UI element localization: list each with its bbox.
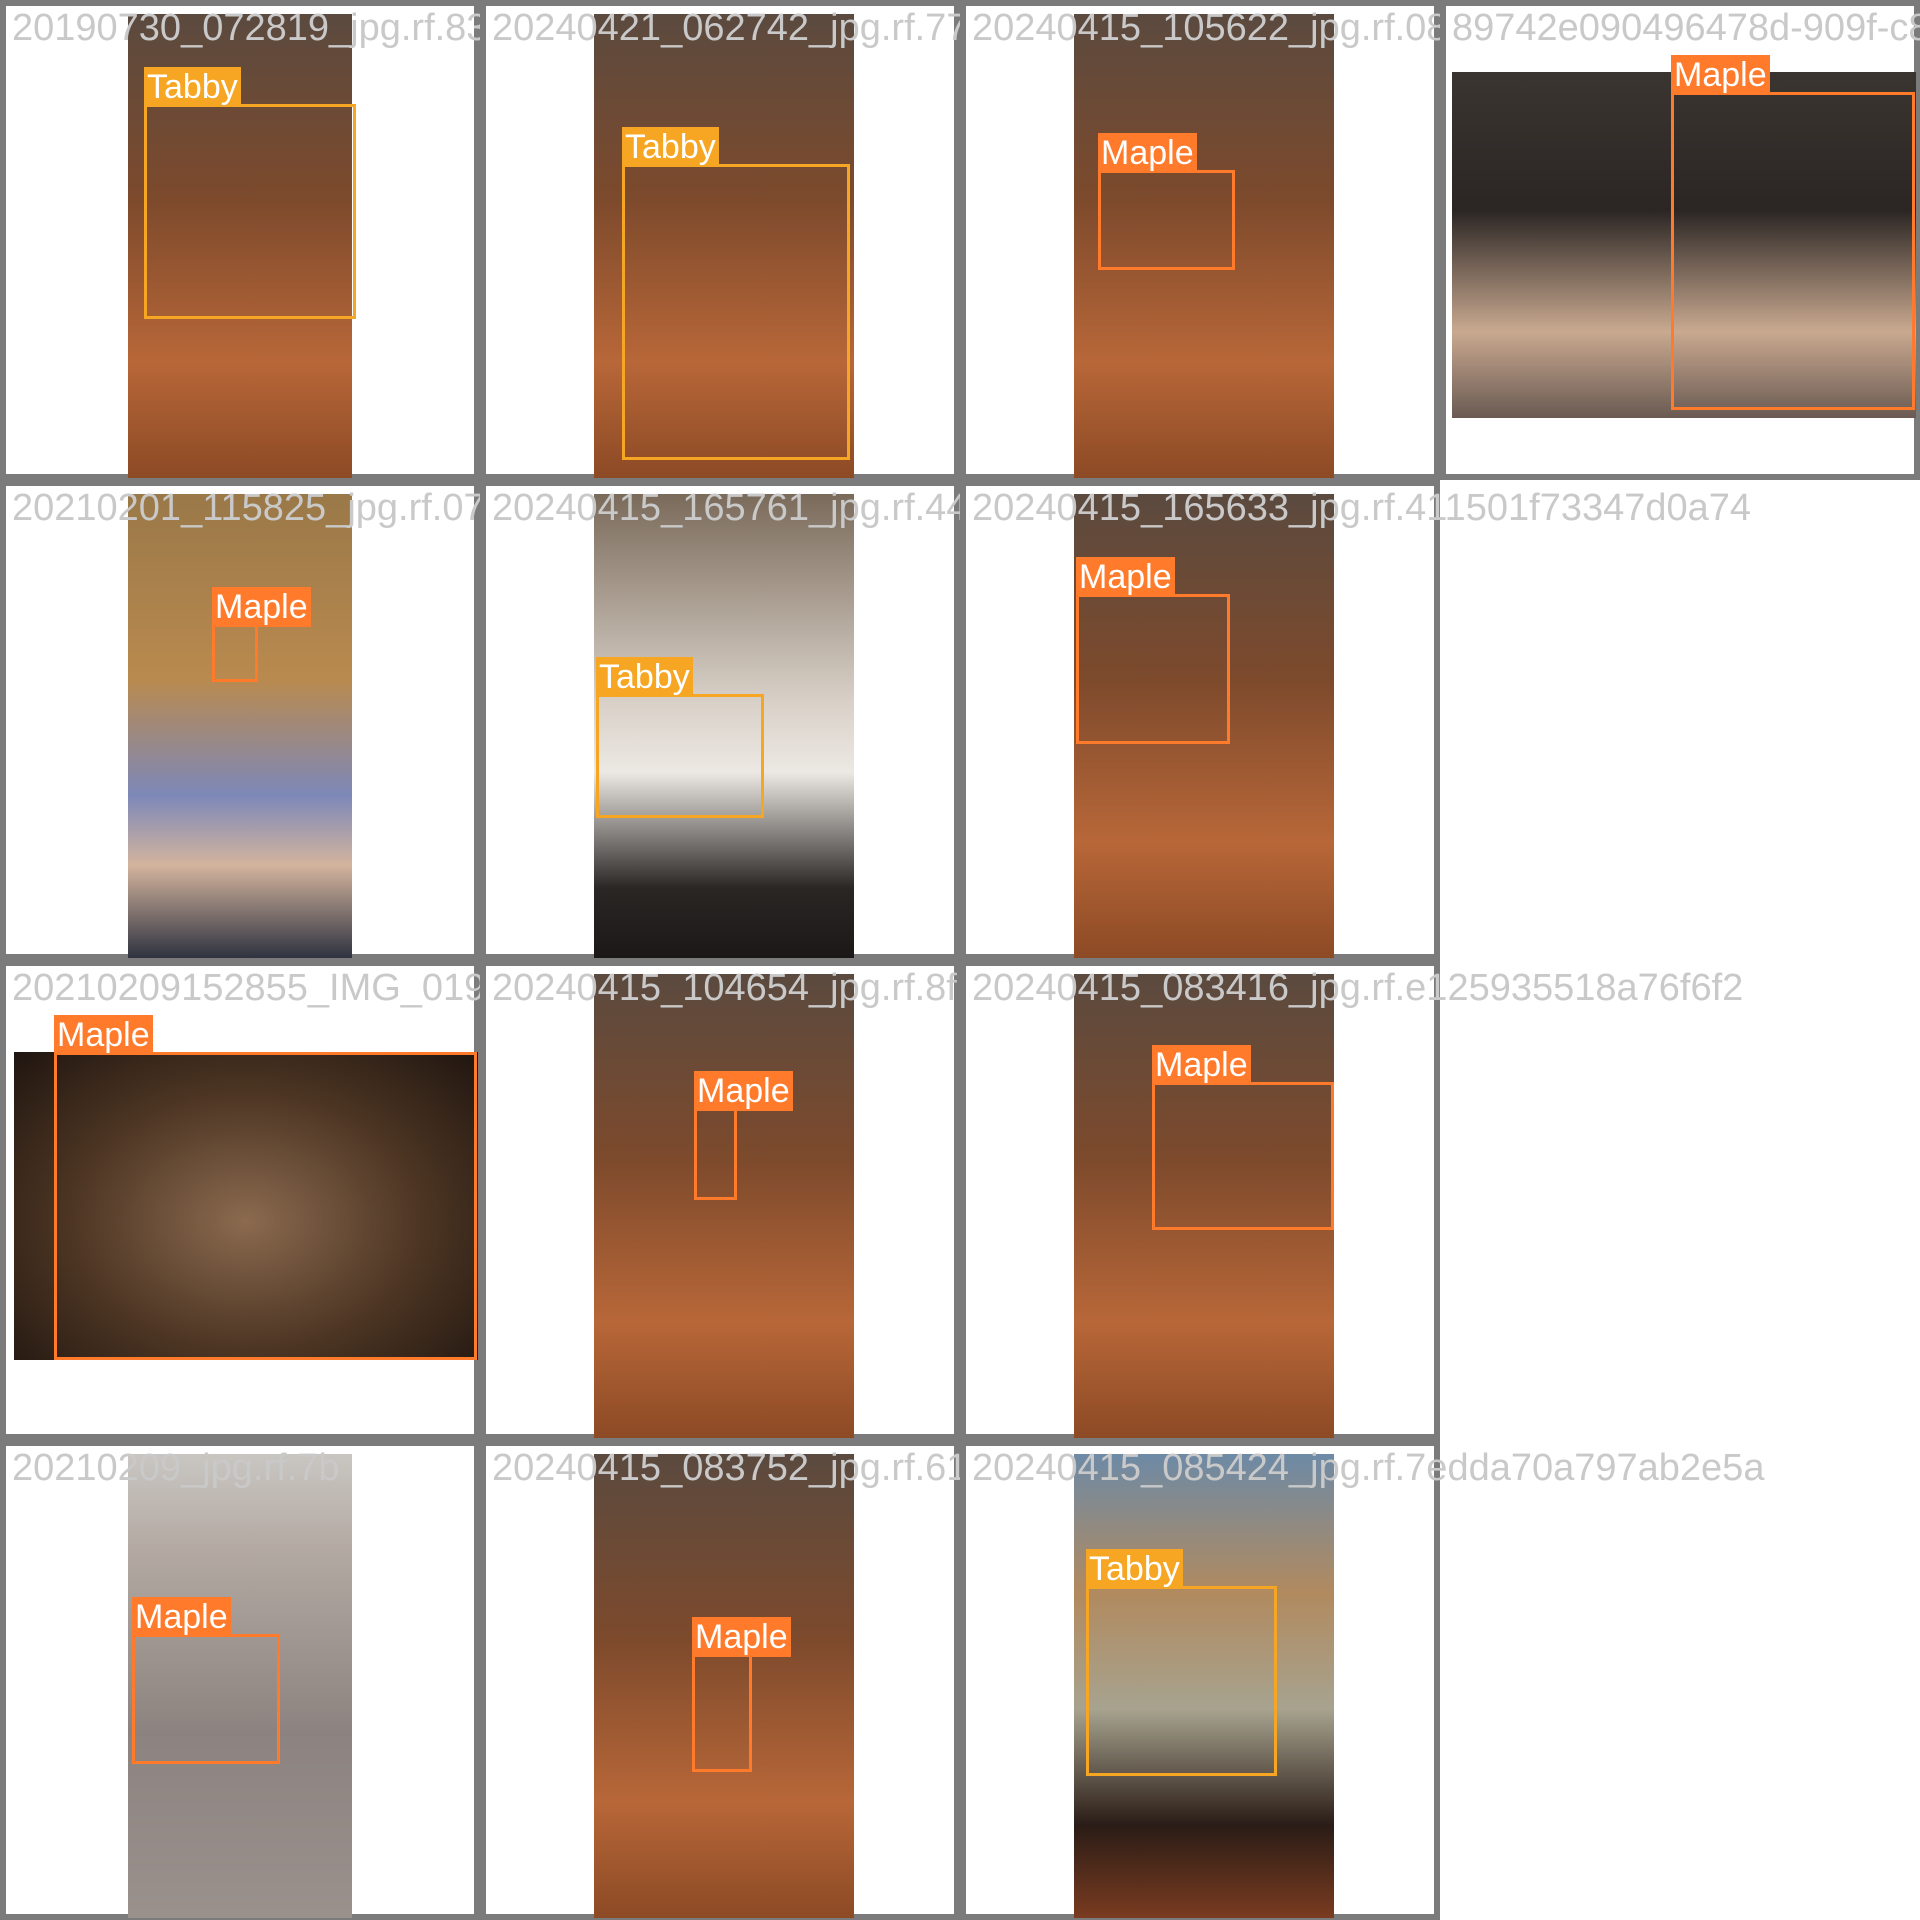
- bounding-box: Maple: [1152, 1045, 1334, 1230]
- bounding-box: Maple: [694, 1071, 793, 1200]
- image-tile[interactable]: Maple 20240415_083752_jpg.rf.61: [480, 1440, 967, 1920]
- image-tile[interactable]: Tabby 20240421_062742_jpg.rf.7704: [480, 0, 1010, 480]
- bounding-box: Maple: [1076, 557, 1230, 744]
- bounding-box: Maple: [132, 1597, 280, 1764]
- image-filename: 89742e090496478d-909f-c8: [1452, 7, 1920, 49]
- image-tile[interactable]: Maple 20240415_104654_jpg.rf.8f: [480, 960, 960, 1440]
- image-tile[interactable]: Tabby 20190730_072819_jpg.rf.8360524b423: [0, 0, 678, 480]
- bounding-box: Maple: [692, 1617, 791, 1772]
- bounding-box: Tabby: [1086, 1549, 1277, 1776]
- image-tile[interactable]: Tabby 20240415_085424_jpg.rf.7edda70a797…: [960, 1440, 1764, 1920]
- bbox-label: Maple: [212, 587, 311, 627]
- bbox-label: Maple: [694, 1071, 793, 1111]
- bounding-box: Maple: [212, 587, 311, 682]
- bounding-box: Maple: [54, 1015, 477, 1360]
- tile-photo: [128, 494, 352, 958]
- bbox-label: Maple: [1098, 133, 1197, 173]
- image-filename: 20210209152855_IMG_019: [12, 967, 486, 1009]
- bounding-box: Maple: [1098, 133, 1235, 270]
- bbox-label: Tabby: [596, 657, 693, 697]
- bbox-label: Maple: [1152, 1045, 1251, 1085]
- bbox-label: Maple: [132, 1597, 231, 1637]
- image-tile[interactable]: Maple 20240415_083416_jpg.rf.e125935518a…: [960, 960, 1743, 1440]
- bounding-box: Tabby: [622, 127, 850, 460]
- bbox-label: Tabby: [622, 127, 719, 167]
- image-tile[interactable]: Maple 20240415_105622_jpg.rf.088: [960, 0, 1469, 480]
- bbox-label: Maple: [1671, 55, 1770, 95]
- bounding-box: Tabby: [596, 657, 764, 818]
- bbox-label: Tabby: [1086, 1549, 1183, 1589]
- image-tile[interactable]: Maple 20210201_115825_jpg.rf.07: [0, 480, 485, 960]
- detection-mosaic: Tabby 20190730_072819_jpg.rf.8360524b423…: [0, 0, 1920, 1920]
- bbox-label: Maple: [1076, 557, 1175, 597]
- bbox-label: Maple: [54, 1015, 153, 1055]
- bounding-box: Maple: [1671, 55, 1915, 410]
- image-tile[interactable]: Maple 20210209_jpg.rf.7b: [0, 1440, 480, 1920]
- image-tile[interactable]: Maple 20210209152855_IMG_019: [0, 960, 485, 1440]
- bbox-label: Tabby: [144, 67, 241, 107]
- bbox-label: Maple: [692, 1617, 791, 1657]
- image-tile[interactable]: Maple 20240415_165633_jpg.rf.411501f7334…: [960, 480, 1751, 960]
- bounding-box: Tabby: [144, 67, 356, 319]
- image-tile[interactable]: Tabby 20240415_165761_jpg.rf.44: [480, 480, 967, 960]
- tile-photo: [594, 974, 854, 1438]
- image-tile[interactable]: Maple 89742e090496478d-909f-c8: [1440, 0, 1920, 480]
